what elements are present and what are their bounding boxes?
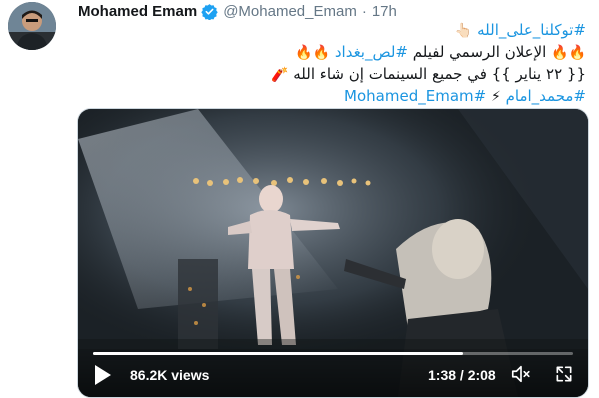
hashtag-arabic-name[interactable]: #محمد_امام: [506, 87, 586, 105]
avatar-photo: [8, 2, 56, 50]
meta-separator: ·: [361, 2, 367, 20]
video-controls: 86.2K views 1:38 / 2:08: [78, 349, 588, 397]
fullscreen-icon[interactable]: [554, 364, 574, 384]
pointing-up-emoji: 👆🏻: [454, 23, 473, 39]
progress-fill: [93, 352, 463, 355]
author-handle[interactable]: @Mohamed_Emam: [223, 3, 357, 20]
tweet-text: #توكلنا_على_الله 👆🏻 🔥🔥 الإعلان الرسمي لف…: [86, 20, 586, 108]
tweet-header: Mohamed Emam @Mohamed_Emam · 17h: [78, 1, 397, 21]
verified-badge-icon: [201, 3, 218, 20]
hashtag-film-title[interactable]: #لص_بغداد: [335, 43, 408, 61]
hashtag-tawakkalna[interactable]: #توكلنا_على_الله: [477, 21, 586, 39]
media-card[interactable]: 86.2K views 1:38 / 2:08: [77, 108, 589, 398]
fire-emoji: 🔥🔥: [551, 45, 586, 61]
video-timecode: 1:38 / 2:08: [428, 367, 496, 383]
announcement-text: الإعلان الرسمي لفيلم: [408, 43, 547, 61]
view-count: 86.2K views: [130, 367, 210, 383]
play-icon[interactable]: [95, 365, 111, 385]
volume-icon[interactable]: [510, 363, 532, 385]
video-player[interactable]: 86.2K views 1:38 / 2:08: [78, 109, 588, 397]
tweet-line-1: #توكلنا_على_الله 👆🏻: [86, 20, 586, 42]
firecracker-emoji: 🧨: [271, 67, 289, 83]
lightning-emoji: ⚡: [490, 89, 501, 105]
release-date-text: {{ ٢٢ يناير }} في جميع السينمات إن شاء ا…: [293, 65, 586, 83]
tweet-line-2: 🔥🔥 الإعلان الرسمي لفيلم #لص_بغداد 🔥🔥: [86, 42, 586, 64]
hashtag-english-name[interactable]: #Mohamed_Emam: [344, 87, 486, 105]
author-name[interactable]: Mohamed Emam: [78, 3, 197, 20]
tweet-line-4: #محمد_امام ⚡ #Mohamed_Emam: [86, 86, 586, 108]
tweet-line-3: {{ ٢٢ يناير }} في جميع السينمات إن شاء ا…: [86, 64, 586, 86]
progress-bar[interactable]: [93, 352, 573, 355]
tweet-timestamp[interactable]: 17h: [372, 3, 397, 20]
avatar[interactable]: [8, 2, 56, 50]
fire-emoji: 🔥🔥: [295, 45, 331, 61]
